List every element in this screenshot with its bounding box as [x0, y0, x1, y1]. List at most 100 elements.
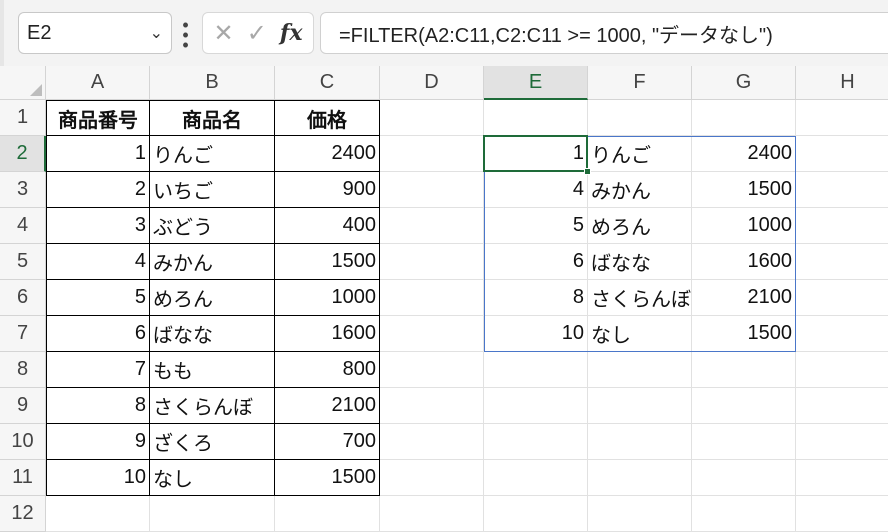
cell-d10[interactable] [380, 424, 484, 460]
cell-h6[interactable] [796, 280, 888, 316]
cell-a3[interactable]: 2 [46, 172, 150, 208]
column-header-c[interactable]: C [275, 66, 380, 100]
row-header-3[interactable]: 3 [0, 172, 46, 208]
cell-g9[interactable] [692, 388, 796, 424]
cell-c2[interactable]: 2400 [275, 136, 380, 172]
cell-c4[interactable]: 400 [275, 208, 380, 244]
cell-d5[interactable] [380, 244, 484, 280]
column-header-e[interactable]: E [484, 66, 588, 100]
cell-a6[interactable]: 5 [46, 280, 150, 316]
row-header-11[interactable]: 11 [0, 460, 46, 496]
cell-c6[interactable]: 1000 [275, 280, 380, 316]
cell-g11[interactable] [692, 460, 796, 496]
cell-f3[interactable]: みかん [588, 172, 692, 208]
cell-g5[interactable]: 1600 [692, 244, 796, 280]
column-header-f[interactable]: F [588, 66, 692, 100]
row-header-1[interactable]: 1 [0, 100, 46, 136]
cell-h11[interactable] [796, 460, 888, 496]
cell-c10[interactable]: 700 [275, 424, 380, 460]
cell-c1[interactable]: 価格 [275, 100, 380, 136]
column-header-h[interactable]: H [796, 66, 888, 100]
more-options-icon[interactable]: • • • [180, 16, 190, 54]
cell-g3[interactable]: 1500 [692, 172, 796, 208]
cell-f4[interactable]: めろん [588, 208, 692, 244]
name-box[interactable]: E2 ⌄ [18, 12, 172, 54]
cell-e9[interactable] [484, 388, 588, 424]
cell-d3[interactable] [380, 172, 484, 208]
cell-c9[interactable]: 2100 [275, 388, 380, 424]
cell-b6[interactable]: めろん [150, 280, 275, 316]
row-header-8[interactable]: 8 [0, 352, 46, 388]
column-header-g[interactable]: G [692, 66, 796, 100]
cell-c11[interactable]: 1500 [275, 460, 380, 496]
cell-a4[interactable]: 3 [46, 208, 150, 244]
cell-a5[interactable]: 4 [46, 244, 150, 280]
cell-h10[interactable] [796, 424, 888, 460]
row-header-5[interactable]: 5 [0, 244, 46, 280]
cell-h5[interactable] [796, 244, 888, 280]
cell-h7[interactable] [796, 316, 888, 352]
cell-d2[interactable] [380, 136, 484, 172]
confirm-icon[interactable]: ✓ [247, 19, 267, 48]
cell-a7[interactable]: 6 [46, 316, 150, 352]
cell-g4[interactable]: 1000 [692, 208, 796, 244]
cell-g7[interactable]: 1500 [692, 316, 796, 352]
row-header-7[interactable]: 7 [0, 316, 46, 352]
cell-d1[interactable] [380, 100, 484, 136]
cell-d7[interactable] [380, 316, 484, 352]
cell-h3[interactable] [796, 172, 888, 208]
cell-d11[interactable] [380, 460, 484, 496]
cell-e7[interactable]: 10 [484, 316, 588, 352]
cell-f9[interactable] [588, 388, 692, 424]
cell-g10[interactable] [692, 424, 796, 460]
cell-d4[interactable] [380, 208, 484, 244]
cell-f5[interactable]: ばなな [588, 244, 692, 280]
cell-b10[interactable]: ざくろ [150, 424, 275, 460]
cell-a9[interactable]: 8 [46, 388, 150, 424]
chevron-down-icon[interactable]: ⌄ [150, 23, 163, 43]
cell-d6[interactable] [380, 280, 484, 316]
cell-a1[interactable]: 商品番号 [46, 100, 150, 136]
cell-a2[interactable]: 1 [46, 136, 150, 172]
cell-f7[interactable]: なし [588, 316, 692, 352]
cell-f11[interactable] [588, 460, 692, 496]
row-header-9[interactable]: 9 [0, 388, 46, 424]
cell-b5[interactable]: みかん [150, 244, 275, 280]
cell-h8[interactable] [796, 352, 888, 388]
cell-h4[interactable] [796, 208, 888, 244]
cancel-icon[interactable]: ✕ [214, 19, 234, 48]
cell-g2[interactable]: 2400 [692, 136, 796, 172]
cell-e1[interactable] [484, 100, 588, 136]
row-header-6[interactable]: 6 [0, 280, 46, 316]
cell-g6[interactable]: 2100 [692, 280, 796, 316]
cell-b4[interactable]: ぶどう [150, 208, 275, 244]
insert-function-icon[interactable]: fx [280, 20, 303, 46]
cell-b7[interactable]: ばなな [150, 316, 275, 352]
cell-e2[interactable]: 1 [484, 136, 588, 172]
cell-e3[interactable]: 4 [484, 172, 588, 208]
cell-c7[interactable]: 1600 [275, 316, 380, 352]
cell-e5[interactable]: 6 [484, 244, 588, 280]
row-header-10[interactable]: 10 [0, 424, 46, 460]
cell-b1[interactable]: 商品名 [150, 100, 275, 136]
cell-a10[interactable]: 9 [46, 424, 150, 460]
cell-e6[interactable]: 8 [484, 280, 588, 316]
cell-b11[interactable]: なし [150, 460, 275, 496]
cell-f6[interactable]: さくらんぼ [588, 280, 692, 316]
cell-e4[interactable]: 5 [484, 208, 588, 244]
column-header-a[interactable]: A [46, 66, 150, 100]
cell-f1[interactable] [588, 100, 692, 136]
cell-f2[interactable]: りんご [588, 136, 692, 172]
cell-f8[interactable] [588, 352, 692, 388]
cell-b2[interactable]: りんご [150, 136, 275, 172]
cell-d8[interactable] [380, 352, 484, 388]
cell-h2[interactable] [796, 136, 888, 172]
cell-g8[interactable] [692, 352, 796, 388]
cell-f10[interactable] [588, 424, 692, 460]
cell-h1[interactable] [796, 100, 888, 136]
row-header-4[interactable]: 4 [0, 208, 46, 244]
cell-h9[interactable] [796, 388, 888, 424]
cell-b8[interactable]: もも [150, 352, 275, 388]
cell-b3[interactable]: いちご [150, 172, 275, 208]
cell-e11[interactable] [484, 460, 588, 496]
